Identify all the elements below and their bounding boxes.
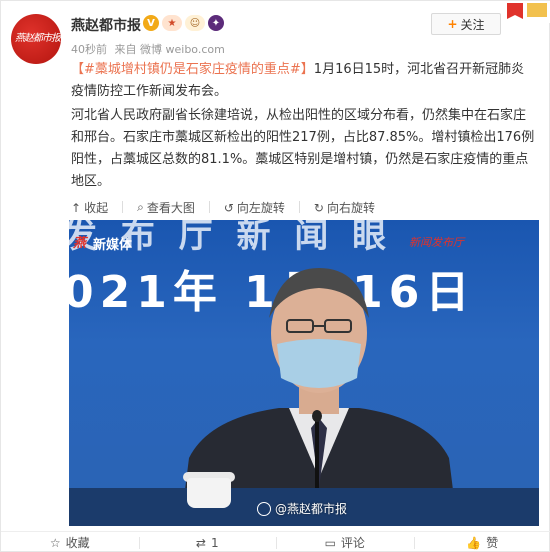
topic-link[interactable]: 【#藁城增村镇仍是石家庄疫情的重点#】 bbox=[71, 62, 314, 77]
post-content: 【#藁城增村镇仍是石家庄疫情的重点#】1月16日15时，河北省召开新冠肺炎疫情防… bbox=[71, 59, 536, 195]
username[interactable]: 燕赵都市报 bbox=[71, 15, 141, 35]
post-paragraph-1: 【#藁城增村镇仍是石家庄疫情的重点#】1月16日15时，河北省召开新冠肺炎疫情防… bbox=[71, 59, 536, 103]
collapse-label: 收起 bbox=[84, 201, 109, 215]
rotate-left-label: 向左旋转 bbox=[236, 201, 285, 215]
watermark-text: @燕赵都市报 bbox=[275, 502, 348, 516]
rotate-right-button[interactable]: ↻ 向右旋转 bbox=[314, 199, 375, 216]
weibo-icon bbox=[257, 501, 271, 516]
medal-icon[interactable]: ★ bbox=[162, 15, 182, 31]
follow-button[interactable]: + 关注 bbox=[431, 13, 501, 35]
rotate-left-button[interactable]: ↺ 向左旋转 bbox=[224, 199, 285, 216]
view-large-button[interactable]: ⌕ 查看大图 bbox=[137, 199, 195, 216]
media-logo-subtitle: 新媒体 bbox=[93, 238, 133, 253]
follow-label: 关注 bbox=[460, 17, 485, 32]
ribbon-icon bbox=[503, 1, 550, 23]
view-large-label: 查看大图 bbox=[146, 201, 195, 215]
zoom-icon: ⌕ bbox=[137, 200, 144, 214]
divider bbox=[208, 201, 210, 213]
like-button[interactable]: 👍 赞 bbox=[413, 532, 550, 552]
repost-count: 1 bbox=[210, 535, 219, 550]
thumb-up-icon: 👍 bbox=[466, 535, 482, 550]
comment-button[interactable]: ▭ 评论 bbox=[276, 532, 414, 552]
divider bbox=[298, 201, 300, 213]
rotate-right-icon: ↻ bbox=[313, 200, 324, 215]
comment-icon: ▭ bbox=[324, 535, 336, 550]
divider bbox=[122, 201, 124, 213]
collapse-button[interactable]: ↑ 收起 bbox=[71, 199, 108, 216]
favorite-button[interactable]: ☆ 收藏 bbox=[1, 532, 139, 552]
rotate-left-icon: ↺ bbox=[223, 200, 234, 215]
comment-label: 评论 bbox=[340, 536, 365, 550]
collapse-icon: ↑ bbox=[71, 200, 82, 215]
avatar-logo-text: 燕赵都市报 bbox=[15, 33, 61, 44]
badge-row: V ★ ☺ ✦ bbox=[143, 15, 224, 31]
avatar[interactable]: 燕赵都市报 bbox=[11, 14, 61, 64]
star-icon: ☆ bbox=[49, 535, 61, 550]
mug bbox=[187, 478, 231, 508]
repost-icon: ⇄ bbox=[195, 535, 206, 550]
image-toolbar: ↑ 收起 ⌕ 查看大图 ↺ 向左旋转 ↻ 向右旋转 bbox=[71, 199, 375, 216]
image-watermark: @燕赵都市报 bbox=[257, 500, 347, 517]
post-source[interactable]: 来自 微博 weibo.com bbox=[115, 43, 225, 56]
repost-button[interactable]: ⇄ 1 bbox=[138, 532, 277, 552]
post-meta: 40秒前 来自 微博 weibo.com bbox=[71, 41, 229, 57]
favorite-label: 收藏 bbox=[65, 536, 90, 550]
plus-icon: + bbox=[447, 17, 458, 31]
post-time[interactable]: 40秒前 bbox=[71, 43, 107, 56]
member-face-icon[interactable]: ☺ bbox=[185, 15, 205, 31]
like-label: 赞 bbox=[486, 536, 499, 550]
action-bar: ☆ 收藏 ⇄ 1 ▭ 评论 👍 赞 bbox=[1, 531, 550, 552]
rotate-right-label: 向右旋转 bbox=[326, 201, 375, 215]
media-logo: 燕 bbox=[73, 236, 87, 251]
post-image[interactable]: 发 布 厅 新 闻 眼 燕 新媒体 新闻发布厅 021年 1月 16日 @燕赵都… bbox=[69, 220, 539, 526]
post-paragraph-2: 河北省人民政府副省长徐建培说，从检出阳性的区域分布看，仍然集中在石家庄和邢台。石… bbox=[71, 108, 535, 189]
vip-icon[interactable]: ✦ bbox=[208, 15, 224, 31]
weibo-post-card: 燕赵都市报 燕赵都市报 V ★ ☺ ✦ 40秒前 来自 微博 weibo.com… bbox=[0, 0, 550, 552]
verified-icon[interactable]: V bbox=[143, 15, 159, 31]
